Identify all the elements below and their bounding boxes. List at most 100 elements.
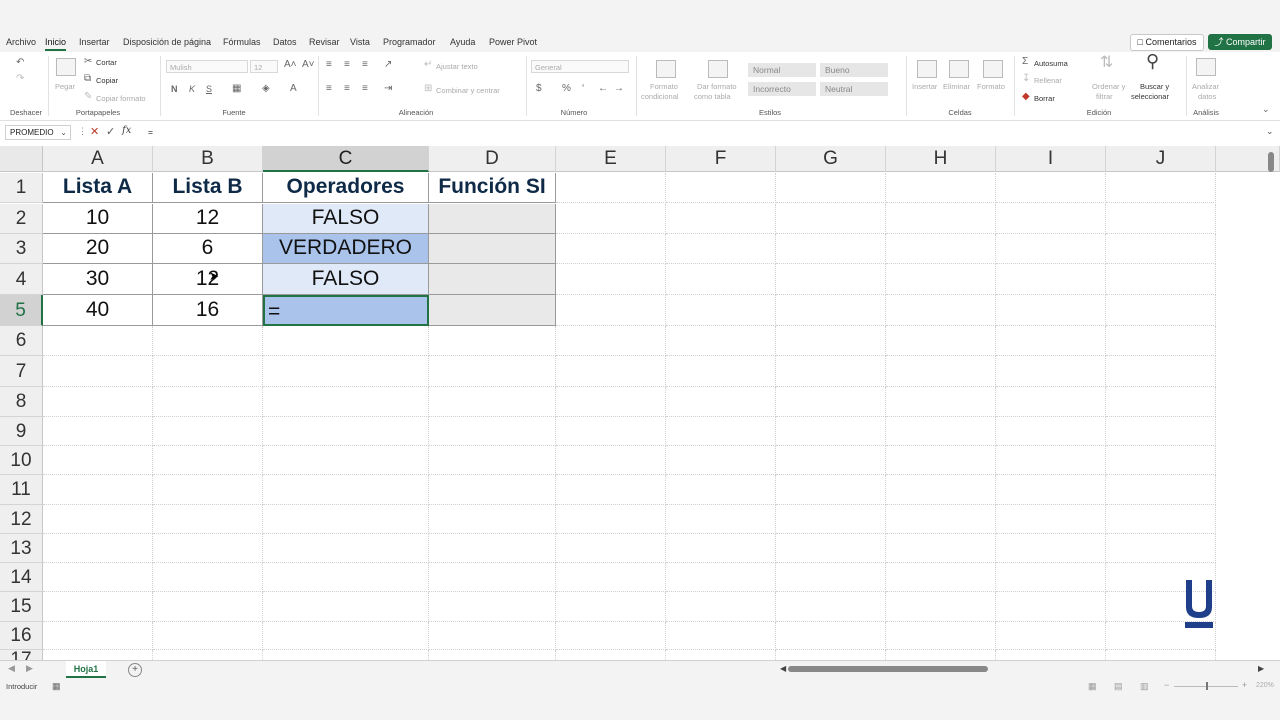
cell-a11[interactable] [43, 475, 153, 505]
cell-c16[interactable] [263, 622, 429, 650]
cell-g12[interactable] [776, 505, 886, 534]
insert-cells-icon[interactable] [917, 60, 937, 78]
cell-h17[interactable] [886, 650, 996, 660]
cell-b13[interactable] [153, 534, 263, 563]
cell-c14[interactable] [263, 563, 429, 592]
merge-center-button[interactable]: Combinar y centrar [436, 86, 500, 95]
cell-a16[interactable] [43, 622, 153, 650]
cell-j12[interactable] [1106, 505, 1216, 534]
tab-archivo[interactable]: Archivo [6, 37, 36, 47]
cell-c7[interactable] [263, 356, 429, 387]
cell-j6[interactable] [1106, 326, 1216, 356]
font-name-select[interactable]: Mulish [166, 60, 248, 73]
align-top-icon[interactable]: ≡ [326, 60, 332, 70]
comments-button[interactable]: □ Comentarios [1130, 34, 1204, 51]
tab-programador[interactable]: Programador [383, 37, 436, 47]
cell-h3[interactable] [886, 234, 996, 264]
cell-d5[interactable] [429, 295, 556, 326]
cell-j1[interactable] [1106, 173, 1216, 203]
cell-c12[interactable] [263, 505, 429, 534]
cell-b12[interactable] [153, 505, 263, 534]
cell-d16[interactable] [429, 622, 556, 650]
bold-button[interactable]: N [171, 84, 178, 94]
undo-icon[interactable]: ↶ [16, 58, 24, 68]
align-middle-icon[interactable]: ≡ [344, 60, 350, 70]
cell-d12[interactable] [429, 505, 556, 534]
cell-d10[interactable] [429, 446, 556, 475]
row-header-6[interactable]: 6 [0, 326, 43, 356]
cell-f7[interactable] [666, 356, 776, 387]
align-center-icon[interactable]: ≡ [344, 84, 350, 94]
column-header-d[interactable]: D [429, 146, 556, 172]
row-header-4[interactable]: 4 [0, 264, 43, 295]
cell-f17[interactable] [666, 650, 776, 660]
cell-d2[interactable] [429, 204, 556, 234]
cell-e6[interactable] [556, 326, 666, 356]
scroll-left-icon[interactable]: ◀ [780, 664, 786, 673]
cell-e17[interactable] [556, 650, 666, 660]
tab-formulas[interactable]: Fórmulas [223, 37, 261, 47]
cell-f4[interactable] [666, 264, 776, 295]
cell-b4[interactable]: 12 [153, 264, 263, 295]
indent-icon[interactable]: ⇥ [384, 84, 392, 94]
sheet-tab-hoja1[interactable]: Hoja1 [66, 661, 106, 678]
fill-button[interactable]: Rellenar [1034, 76, 1062, 85]
cell-j2[interactable] [1106, 204, 1216, 234]
cell-i15[interactable] [996, 592, 1106, 622]
cell-i13[interactable] [996, 534, 1106, 563]
cell-c9[interactable] [263, 417, 429, 446]
cell-c2[interactable]: FALSO [263, 204, 429, 234]
style-normal[interactable]: Normal [748, 63, 816, 77]
cell-i11[interactable] [996, 475, 1106, 505]
name-box[interactable]: PROMEDIO ⌄ [5, 125, 71, 140]
decrease-decimal-icon[interactable]: → [614, 84, 624, 94]
cell-g10[interactable] [776, 446, 886, 475]
cell-c15[interactable] [263, 592, 429, 622]
cell-g4[interactable] [776, 264, 886, 295]
row-header-8[interactable]: 8 [0, 387, 43, 417]
column-header-j[interactable]: J [1106, 146, 1216, 172]
cell-b7[interactable] [153, 356, 263, 387]
cell-f12[interactable] [666, 505, 776, 534]
cell-i16[interactable] [996, 622, 1106, 650]
row-header-2[interactable]: 2 [0, 204, 43, 234]
cell-d9[interactable] [429, 417, 556, 446]
row-header-14[interactable]: 14 [0, 563, 43, 592]
cell-h14[interactable] [886, 563, 996, 592]
cell-e14[interactable] [556, 563, 666, 592]
align-bottom-icon[interactable]: ≡ [362, 60, 368, 70]
cell-j8[interactable] [1106, 387, 1216, 417]
cell-f1[interactable] [666, 173, 776, 203]
cell-b6[interactable] [153, 326, 263, 356]
cell-j3[interactable] [1106, 234, 1216, 264]
column-header-i[interactable]: I [996, 146, 1106, 172]
cell-e11[interactable] [556, 475, 666, 505]
cell-c4[interactable]: FALSO [263, 264, 429, 295]
column-header-a[interactable]: A [43, 146, 153, 172]
select-all-corner[interactable] [0, 146, 43, 172]
cell-b2[interactable]: 12 [153, 204, 263, 234]
cell-i14[interactable] [996, 563, 1106, 592]
cell-i3[interactable] [996, 234, 1106, 264]
zoom-level[interactable]: 220% [1256, 682, 1274, 689]
cell-e15[interactable] [556, 592, 666, 622]
paste-icon[interactable] [56, 58, 76, 76]
cell-f5[interactable] [666, 295, 776, 326]
cell-e13[interactable] [556, 534, 666, 563]
row-header-12[interactable]: 12 [0, 505, 43, 534]
cell-g14[interactable] [776, 563, 886, 592]
cell-d3[interactable] [429, 234, 556, 264]
tab-power-pivot[interactable]: Power Pivot [489, 37, 537, 47]
font-color-icon[interactable]: A [290, 84, 297, 94]
borders-icon[interactable]: ▦ [232, 84, 241, 94]
tab-ayuda[interactable]: Ayuda [450, 37, 475, 47]
cell-h2[interactable] [886, 204, 996, 234]
cell-d11[interactable] [429, 475, 556, 505]
cell-b3[interactable]: 6 [153, 234, 263, 264]
clear-button[interactable]: Borrar [1034, 94, 1055, 103]
cell-i6[interactable] [996, 326, 1106, 356]
cancel-icon[interactable]: ✕ [90, 125, 99, 138]
row-header-16[interactable]: 16 [0, 622, 43, 650]
cell-h5[interactable] [886, 295, 996, 326]
column-header-c[interactable]: C [263, 146, 429, 172]
